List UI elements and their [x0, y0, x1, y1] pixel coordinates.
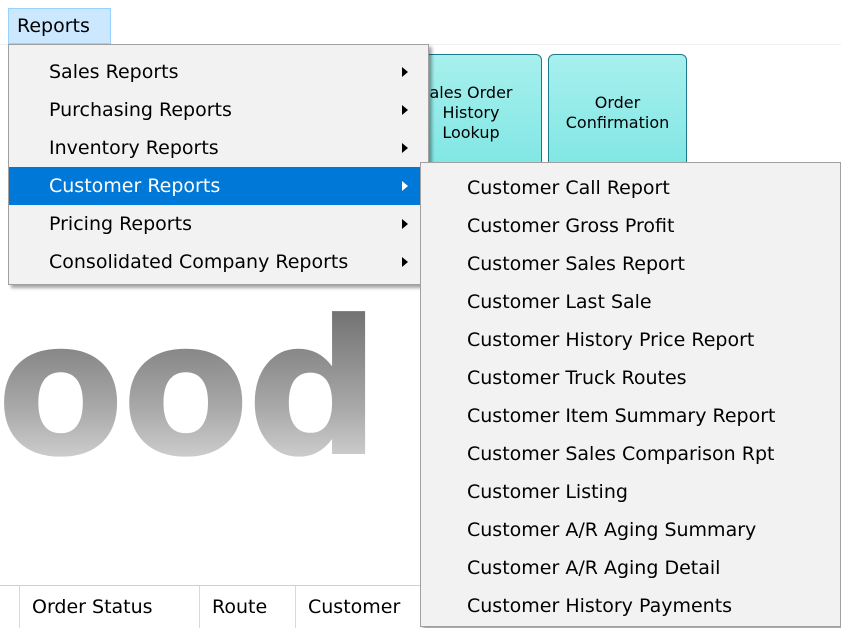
- column-header-customer[interactable]: Customer: [296, 586, 426, 628]
- submenu-arrow-icon: [402, 67, 408, 77]
- menu-item-customer-history-price-report[interactable]: Customer History Price Report: [421, 321, 840, 359]
- menu-item-sales-reports[interactable]: Sales Reports: [9, 53, 428, 91]
- menu-bar: Reports: [0, 0, 841, 45]
- submenu-arrow-icon: [402, 181, 408, 191]
- menu-item-label: Customer Reports: [49, 175, 221, 197]
- submenu-arrow-icon: [402, 257, 408, 267]
- grid-row-header: [0, 586, 20, 628]
- menu-item-customer-sales-report[interactable]: Customer Sales Report: [421, 245, 840, 283]
- sales-order-history-lookup-label: ales Order History Lookup: [429, 83, 513, 142]
- menu-item-customer-history-payments[interactable]: Customer History Payments: [421, 587, 840, 625]
- menu-item-inventory-reports[interactable]: Inventory Reports: [9, 129, 428, 167]
- menu-item-customer-gross-profit[interactable]: Customer Gross Profit: [421, 207, 840, 245]
- menu-item-customer-ar-aging-detail[interactable]: Customer A/R Aging Detail: [421, 549, 840, 587]
- order-confirmation-label: Order Confirmation: [565, 93, 670, 132]
- menu-item-customer-reports[interactable]: Customer Reports: [9, 167, 428, 205]
- menu-item-customer-truck-routes[interactable]: Customer Truck Routes: [421, 359, 840, 397]
- column-header-route[interactable]: Route: [200, 586, 296, 628]
- logo-text: ood: [0, 296, 381, 484]
- menu-item-label: Inventory Reports: [49, 137, 219, 159]
- menu-item-customer-ar-aging-summary[interactable]: Customer A/R Aging Summary: [421, 511, 840, 549]
- menu-item-customer-item-summary-report[interactable]: Customer Item Summary Report: [421, 397, 840, 435]
- menu-reports[interactable]: Reports: [8, 8, 111, 44]
- menu-item-purchasing-reports[interactable]: Purchasing Reports: [9, 91, 428, 129]
- submenu-arrow-icon: [402, 219, 408, 229]
- menu-item-consolidated-company-reports[interactable]: Consolidated Company Reports: [9, 243, 428, 281]
- menu-item-label: Pricing Reports: [49, 213, 192, 235]
- column-header-order-status[interactable]: Order Status: [20, 586, 200, 628]
- menu-item-customer-listing[interactable]: Customer Listing: [421, 473, 840, 511]
- reports-dropdown: Sales Reports Purchasing Reports Invento…: [8, 44, 429, 285]
- menu-item-label: Purchasing Reports: [49, 99, 232, 121]
- menu-item-customer-call-report[interactable]: Customer Call Report: [421, 169, 840, 207]
- submenu-arrow-icon: [402, 105, 408, 115]
- customer-reports-submenu: Customer Call Report Customer Gross Prof…: [420, 162, 841, 627]
- menu-item-customer-sales-comparison-rpt[interactable]: Customer Sales Comparison Rpt: [421, 435, 840, 473]
- menu-item-label: Consolidated Company Reports: [49, 251, 349, 273]
- submenu-arrow-icon: [402, 143, 408, 153]
- order-confirmation-button[interactable]: Order Confirmation: [548, 54, 687, 172]
- menu-item-label: Sales Reports: [49, 61, 179, 83]
- menu-item-customer-last-sale[interactable]: Customer Last Sale: [421, 283, 840, 321]
- menu-item-pricing-reports[interactable]: Pricing Reports: [9, 205, 428, 243]
